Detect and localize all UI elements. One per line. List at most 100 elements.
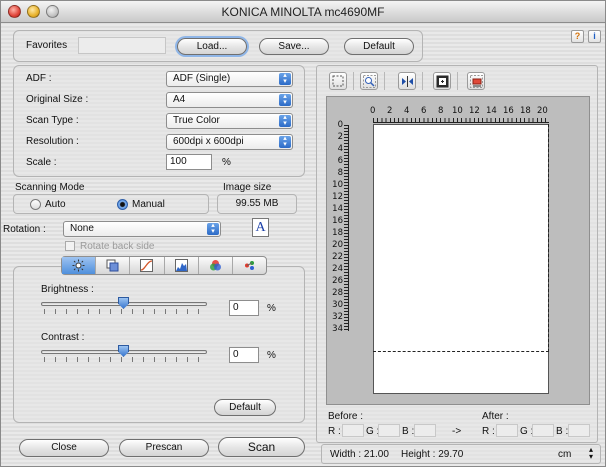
ruler-tick-label: 12 — [469, 106, 480, 116]
ruler-tick-label: 10 — [332, 180, 343, 190]
horizontal-ruler: 0 2 4 6 8 10 12 14 16 18 20 — [370, 106, 549, 124]
favorites-label: Favorites — [26, 40, 68, 51]
ruler-tick-label: 2 — [387, 106, 393, 116]
contrast-unit: % — [267, 350, 276, 361]
select-area-button[interactable] — [329, 72, 347, 90]
original-size-value: A4 — [173, 94, 186, 105]
ruler-tick-label: 14 — [332, 204, 343, 214]
before-label: Before : — [328, 411, 364, 422]
adf-value: ADF (Single) — [173, 73, 231, 84]
tab-color-adjust[interactable] — [233, 257, 266, 274]
contrast-input[interactable]: 0 — [229, 347, 259, 363]
info-icon[interactable]: i — [588, 30, 601, 43]
dimensions-bar: Width : 21.00 Height : 29.70 cm ▴ ▾ — [321, 444, 601, 464]
help-icon[interactable]: ? — [571, 30, 584, 43]
unit-select[interactable]: cm — [558, 449, 571, 460]
image-size-value: 99.55 MB — [235, 198, 279, 209]
rotation-select[interactable]: None ▴ ▾ — [63, 221, 221, 237]
brightness-input[interactable]: 0 — [229, 300, 259, 316]
toolbar-separator — [457, 72, 458, 90]
tab-brightness[interactable] — [62, 257, 97, 274]
default-adjust-button[interactable]: Default — [214, 399, 276, 416]
manual-radio[interactable] — [117, 199, 128, 210]
adjustment-tabs — [61, 256, 267, 275]
select-arrows-icon: ▴ ▾ — [207, 222, 219, 235]
close-button[interactable]: Close — [19, 439, 109, 457]
tab-tone-curve[interactable] — [130, 257, 165, 274]
scan-area-selection[interactable] — [373, 124, 549, 352]
default-favorites-button[interactable]: Default — [344, 38, 414, 55]
adf-select[interactable]: ADF (Single) ▴ ▾ — [166, 71, 293, 87]
after-g-value — [532, 424, 554, 437]
unit-select-arrows-icon[interactable]: ▴ ▾ — [589, 446, 593, 461]
ruler-tick-label: 2 — [337, 132, 343, 142]
scan-button[interactable]: Scan — [218, 437, 305, 457]
ruler-tick-label: 8 — [438, 106, 444, 116]
save-button[interactable]: Save... — [259, 38, 329, 55]
eraser-icon — [469, 74, 483, 88]
before-after-arrow: -> — [452, 426, 462, 437]
scanning-mode-label: Scanning Mode — [15, 182, 85, 193]
ruler-tick-label: 26 — [332, 276, 343, 286]
tab-levels[interactable] — [96, 257, 131, 274]
clear-preview-button[interactable] — [467, 72, 485, 90]
rotate-back-side-checkbox[interactable] — [65, 241, 75, 251]
original-size-select[interactable]: A4 ▴ ▾ — [166, 92, 293, 108]
width-readout: Width : 21.00 — [330, 449, 389, 460]
zoom-window-icon[interactable] — [46, 5, 59, 18]
close-window-icon[interactable] — [8, 5, 21, 18]
ruler-tick-label: 6 — [337, 156, 343, 166]
before-b-label: B : — [402, 426, 415, 437]
scanner-window: KONICA MINOLTA mc4690MF Favorites Load..… — [0, 0, 606, 467]
favorites-select — [78, 37, 166, 54]
ruler-tick-label: 28 — [332, 288, 343, 298]
prescan-button[interactable]: Prescan — [119, 439, 209, 457]
resolution-select[interactable]: 600dpi x 600dpi ▴ ▾ — [166, 134, 293, 150]
ruler-tick-label: 6 — [421, 106, 427, 116]
tab-color-balance[interactable] — [199, 257, 233, 274]
ruler-tick-label: 4 — [404, 106, 410, 116]
scale-input[interactable]: 100 — [166, 154, 212, 170]
contrast-slider-ticks — [44, 357, 206, 362]
resolution-value: 600dpi x 600dpi — [173, 136, 244, 147]
load-button[interactable]: Load... — [177, 38, 247, 55]
mirror-button[interactable] — [398, 72, 416, 90]
ruler-tick-label: 32 — [332, 312, 343, 322]
before-g-value — [378, 424, 400, 437]
image-size-box: 99.55 MB — [217, 194, 297, 214]
zoom-button[interactable] — [360, 72, 378, 90]
before-r-value — [342, 424, 364, 437]
toolbar-separator — [422, 72, 423, 90]
rotation-label: Rotation : — [3, 224, 46, 235]
sun-icon — [72, 259, 85, 272]
select-arrows-icon: ▴ ▾ — [279, 114, 291, 127]
tab-histogram[interactable] — [165, 257, 199, 274]
contrast-label: Contrast : — [41, 332, 85, 343]
preview-canvas[interactable]: 0 2 4 6 8 10 12 14 16 18 20 0 2 4 6 8 10… — [326, 96, 590, 405]
resolution-label: Resolution : — [26, 136, 79, 147]
manual-label: Manual — [132, 199, 165, 210]
mirror-icon — [401, 75, 413, 87]
brightness-label: Brightness : — [41, 284, 94, 295]
after-b-label: B : — [556, 426, 569, 437]
select-arrows-icon: ▴ ▾ — [279, 72, 291, 85]
ruler-tick-label: 16 — [332, 216, 343, 226]
scan-type-select[interactable]: True Color ▴ ▾ — [166, 113, 293, 129]
select-arrows-icon: ▴ ▾ — [279, 93, 291, 106]
auto-radio[interactable] — [30, 199, 41, 210]
after-b-value — [568, 424, 590, 437]
histogram-icon — [174, 259, 188, 272]
toolbar-separator — [384, 72, 385, 90]
ruler-tick-label: 30 — [332, 300, 343, 310]
ruler-tick-label: 4 — [337, 144, 343, 154]
fit-window-icon — [436, 75, 448, 87]
fit-to-window-button[interactable] — [433, 72, 451, 90]
rotate-back-side-label: Rotate back side — [80, 241, 155, 252]
auto-label: Auto — [45, 199, 66, 210]
ruler-tick-label: 8 — [337, 168, 343, 178]
after-label: After : — [482, 411, 509, 422]
brightness-slider-ticks — [44, 309, 206, 314]
height-readout: Height : 29.70 — [401, 449, 464, 460]
minimize-window-icon[interactable] — [27, 5, 40, 18]
horizontal-ruler-ticks — [373, 118, 549, 123]
